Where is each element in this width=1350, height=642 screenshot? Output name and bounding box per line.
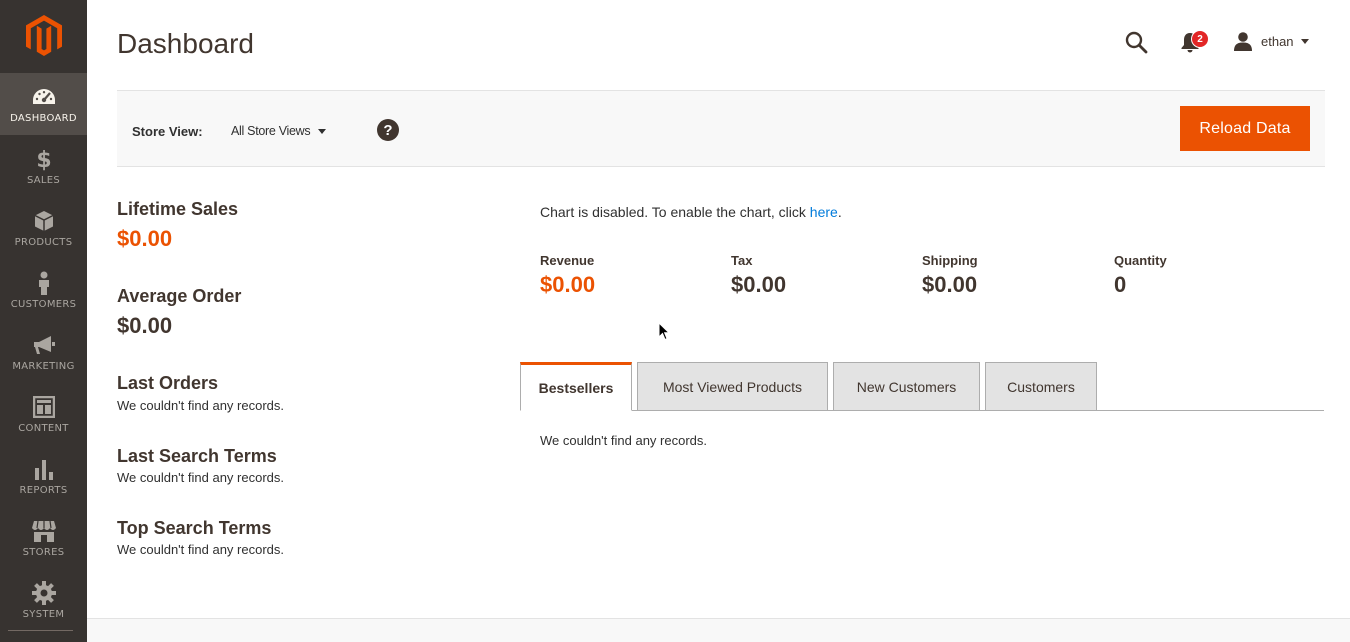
sidebar-item-stores[interactable]: STORES <box>0 507 87 569</box>
help-icon[interactable]: ? <box>377 119 399 141</box>
chevron-down-icon <box>318 128 327 134</box>
sidebar-item-label: SALES <box>26 174 61 186</box>
sidebar-item-dashboard[interactable]: DASHBOARD <box>0 73 87 135</box>
user-icon <box>1234 32 1252 51</box>
quantity-label: Quantity <box>1114 253 1167 268</box>
svg-text:$: $ <box>36 148 51 171</box>
box-icon <box>32 209 56 233</box>
revenue-label: Revenue <box>540 253 595 268</box>
last-orders-title: Last Orders <box>117 373 219 393</box>
last-search-terms-title: Last Search Terms <box>117 446 277 466</box>
tab-most-viewed-products[interactable]: Most Viewed Products <box>637 362 828 411</box>
chart-disabled-message: Chart is disabled. To enable the chart, … <box>540 204 842 220</box>
chevron-down-icon <box>1300 38 1309 44</box>
sidebar-item-label: CONTENT <box>18 422 69 434</box>
lifetime-sales-value: $0.00 <box>117 226 173 251</box>
top-search-terms-empty: We couldn't find any records. <box>117 542 284 557</box>
reload-data-button[interactable]: Reload Data <box>1180 106 1310 151</box>
tab-new-customers[interactable]: New Customers <box>833 362 980 411</box>
person-icon <box>32 271 56 295</box>
sidebar-item-label: SYSTEM <box>22 608 65 620</box>
quantity-value: 0 <box>1114 272 1127 297</box>
average-order-value: $0.00 <box>117 313 173 338</box>
store-view-switcher[interactable]: All Store Views <box>231 124 327 138</box>
store-view-toolbar: Store View: All Store Views ? Reload Dat… <box>117 90 1325 167</box>
sidebar-divider <box>8 630 73 631</box>
gear-icon <box>31 580 56 605</box>
sidebar-item-sales[interactable]: $ SALES <box>0 135 87 197</box>
magento-logo[interactable] <box>0 0 87 72</box>
admin-sidebar: DASHBOARD $ SALES PRODUCTS CUSTOMERS MAR… <box>0 0 87 642</box>
dollar-icon: $ <box>32 147 56 171</box>
tab-content-empty: We couldn't find any records. <box>540 433 707 448</box>
storefront-icon <box>31 519 56 543</box>
sidebar-item-label: CUSTOMERS <box>10 298 77 310</box>
notification-count-badge: 2 <box>1191 30 1209 48</box>
page-title: Dashboard <box>117 28 254 59</box>
sidebar-item-system[interactable]: SYSTEM <box>0 569 87 631</box>
tab-bestsellers[interactable]: Bestsellers <box>520 362 632 411</box>
tax-label: Tax <box>731 253 753 268</box>
magento-logo-icon <box>25 15 62 56</box>
shipping-value: $0.00 <box>922 272 978 297</box>
tab-customers[interactable]: Customers <box>985 362 1097 411</box>
global-search-button[interactable] <box>1124 30 1148 54</box>
mouse-cursor-icon <box>658 322 670 341</box>
user-account-menu[interactable]: ethan <box>1233 30 1309 52</box>
sidebar-item-marketing[interactable]: MARKETING <box>0 321 87 383</box>
megaphone-icon <box>32 333 56 357</box>
sidebar-item-label: DASHBOARD <box>10 112 77 124</box>
sidebar-item-content[interactable]: CONTENT <box>0 383 87 445</box>
sidebar-item-customers[interactable]: CUSTOMERS <box>0 259 87 321</box>
enable-chart-link[interactable]: here <box>810 204 838 220</box>
sidebar-item-label: STORES <box>22 546 65 558</box>
last-search-terms-empty: We couldn't find any records. <box>117 470 284 485</box>
user-name: ethan <box>1261 33 1294 49</box>
last-orders-empty: We couldn't find any records. <box>117 398 284 413</box>
store-view-label: Store View: <box>132 124 203 139</box>
sidebar-item-label: REPORTS <box>19 484 68 496</box>
shipping-label: Shipping <box>922 253 978 268</box>
sidebar-item-products[interactable]: PRODUCTS <box>0 197 87 259</box>
average-order-title: Average Order <box>117 286 242 306</box>
layout-icon <box>32 395 56 419</box>
store-view-selected: All Store Views <box>231 124 311 138</box>
search-icon <box>1125 31 1148 54</box>
tax-value: $0.00 <box>731 272 787 297</box>
sidebar-item-label: PRODUCTS <box>14 236 73 248</box>
sidebar-item-label: MARKETING <box>12 360 75 372</box>
sidebar-item-reports[interactable]: REPORTS <box>0 445 87 507</box>
page-footer <box>87 618 1350 642</box>
dashboard-icon <box>32 85 56 109</box>
lifetime-sales-title: Lifetime Sales <box>117 199 239 219</box>
bar-chart-icon <box>32 457 56 481</box>
top-search-terms-title: Top Search Terms <box>117 518 272 538</box>
revenue-value: $0.00 <box>540 272 596 297</box>
